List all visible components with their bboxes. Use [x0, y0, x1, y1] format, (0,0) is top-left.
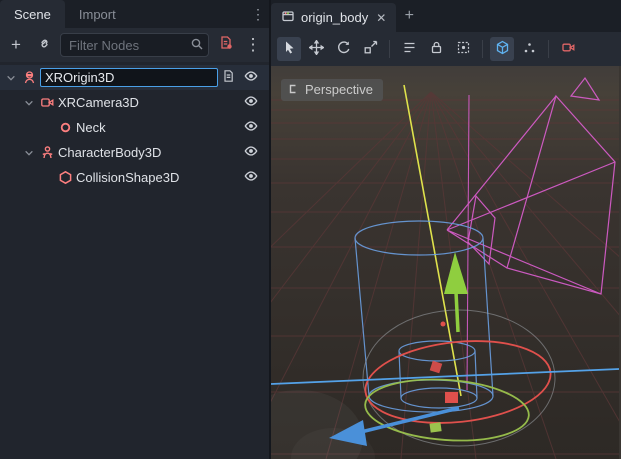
group-icon [456, 40, 471, 58]
xr-camera-icon [39, 95, 55, 111]
scene-tree-menu-button[interactable]: ⋮ [241, 33, 265, 57]
eye-icon[interactable] [243, 143, 259, 162]
toolbar-separator [482, 40, 483, 58]
local-space-toggle[interactable] [490, 37, 514, 61]
view-menu-icon [289, 82, 299, 97]
vertical-dots-icon: ⋮ [251, 6, 265, 23]
selection-list-icon [402, 40, 417, 58]
search-icon [190, 37, 204, 54]
preview-camera-icon [561, 40, 576, 58]
marker-ring-icon [57, 120, 73, 136]
preview-camera-button[interactable] [556, 37, 580, 61]
tab-scene[interactable]: Scene [0, 0, 65, 28]
scene-tab-origin-body[interactable]: origin_body ✕ [271, 3, 396, 32]
add-node-icon: + [11, 35, 21, 55]
chevron-down-icon[interactable] [22, 148, 36, 158]
lock-button[interactable] [424, 37, 448, 61]
scene-tree: XRCamera3D Neck Charac [0, 62, 269, 459]
perspective-label: Perspective [305, 82, 373, 97]
node-name: XRCamera3D [58, 95, 139, 110]
tree-row-collisionshape3d[interactable]: CollisionShape3D [0, 165, 269, 190]
filter-nodes-field [60, 33, 209, 57]
tree-row-characterbody3d[interactable]: CharacterBody3D [0, 140, 269, 165]
viewport-toolbar [271, 32, 621, 66]
tree-row-xrcamera3d[interactable]: XRCamera3D [0, 90, 269, 115]
chevron-down-icon[interactable] [22, 98, 36, 108]
row-end [243, 143, 259, 162]
tab-import[interactable]: Import [65, 0, 130, 28]
scale-tool-button[interactable] [358, 37, 382, 61]
node-rename-input[interactable] [40, 68, 218, 87]
group-button[interactable] [451, 37, 475, 61]
selection-list-button[interactable] [397, 37, 421, 61]
instance-scene-link-icon [37, 35, 52, 55]
rotate-tool-button[interactable] [331, 37, 355, 61]
tab-scene-label: Scene [14, 7, 51, 22]
filter-nodes-input[interactable] [60, 33, 209, 57]
scene-toolbar: + ⋮ [0, 28, 269, 62]
eye-icon[interactable] [243, 168, 259, 187]
toolbar-separator [389, 40, 390, 58]
add-node-button[interactable]: + [4, 33, 28, 57]
character-body-icon [39, 145, 55, 161]
scene-dock: Scene Import ⋮ + [0, 0, 271, 459]
new-scene-tab-button[interactable]: + [396, 0, 422, 32]
attach-script-icon [218, 35, 233, 55]
move-tool-button[interactable] [304, 37, 328, 61]
main-editor: origin_body ✕ + [271, 0, 621, 459]
eye-icon[interactable] [243, 93, 259, 112]
dock-menu-button[interactable]: ⋮ [247, 0, 269, 28]
perspective-menu-button[interactable]: Perspective [281, 79, 383, 101]
xr-origin-icon [21, 70, 37, 86]
local-space-icon [495, 40, 510, 58]
eye-icon[interactable] [243, 118, 259, 137]
select-tool-icon [282, 40, 297, 58]
tree-row-neck[interactable]: Neck [0, 115, 269, 140]
scene-tabs-bar: origin_body ✕ + [271, 0, 621, 32]
vertical-dots-icon: ⋮ [245, 35, 262, 55]
scene-dock-tabbar: Scene Import ⋮ [0, 0, 269, 28]
row-end [243, 118, 259, 137]
node-name: CharacterBody3D [58, 145, 161, 160]
tree-row-xrorigin3d[interactable] [0, 65, 269, 90]
collision-shape-icon [57, 170, 73, 186]
row-end [243, 168, 259, 187]
chevron-down-icon[interactable] [4, 73, 18, 83]
attach-script-button[interactable] [213, 33, 237, 57]
snap-toggle[interactable] [517, 37, 541, 61]
snap-icon [522, 40, 537, 58]
scale-tool-icon [363, 40, 378, 58]
script-icon[interactable] [221, 69, 235, 86]
row-end [243, 93, 259, 112]
move-tool-icon [309, 40, 324, 58]
close-icon[interactable]: ✕ [374, 9, 388, 27]
toolbar-separator [548, 40, 549, 58]
node-name: CollisionShape3D [76, 170, 179, 185]
tab-import-label: Import [79, 7, 116, 22]
row-end [221, 68, 259, 87]
instance-scene-button[interactable] [32, 33, 56, 57]
lock-icon [429, 40, 444, 58]
scene-tab-icon [281, 9, 295, 26]
scene-tab-label: origin_body [301, 10, 368, 25]
rotate-tool-icon [336, 40, 351, 58]
add-icon: + [405, 7, 414, 25]
3d-viewport[interactable]: Perspective [271, 66, 621, 459]
node-name: Neck [76, 120, 106, 135]
select-tool-button[interactable] [277, 37, 301, 61]
eye-icon[interactable] [243, 68, 259, 87]
